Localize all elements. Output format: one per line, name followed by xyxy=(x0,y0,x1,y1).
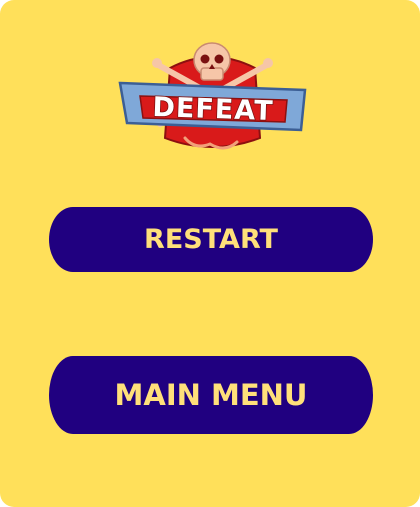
main-menu-button[interactable]: MAIN MENU xyxy=(49,356,373,434)
banner-title: DEFEAT xyxy=(152,92,274,127)
defeat-panel: DEFEAT RESTART MAIN MENU xyxy=(0,0,420,507)
defeat-banner: DEFEAT xyxy=(118,42,307,150)
restart-button[interactable]: RESTART xyxy=(49,207,373,272)
